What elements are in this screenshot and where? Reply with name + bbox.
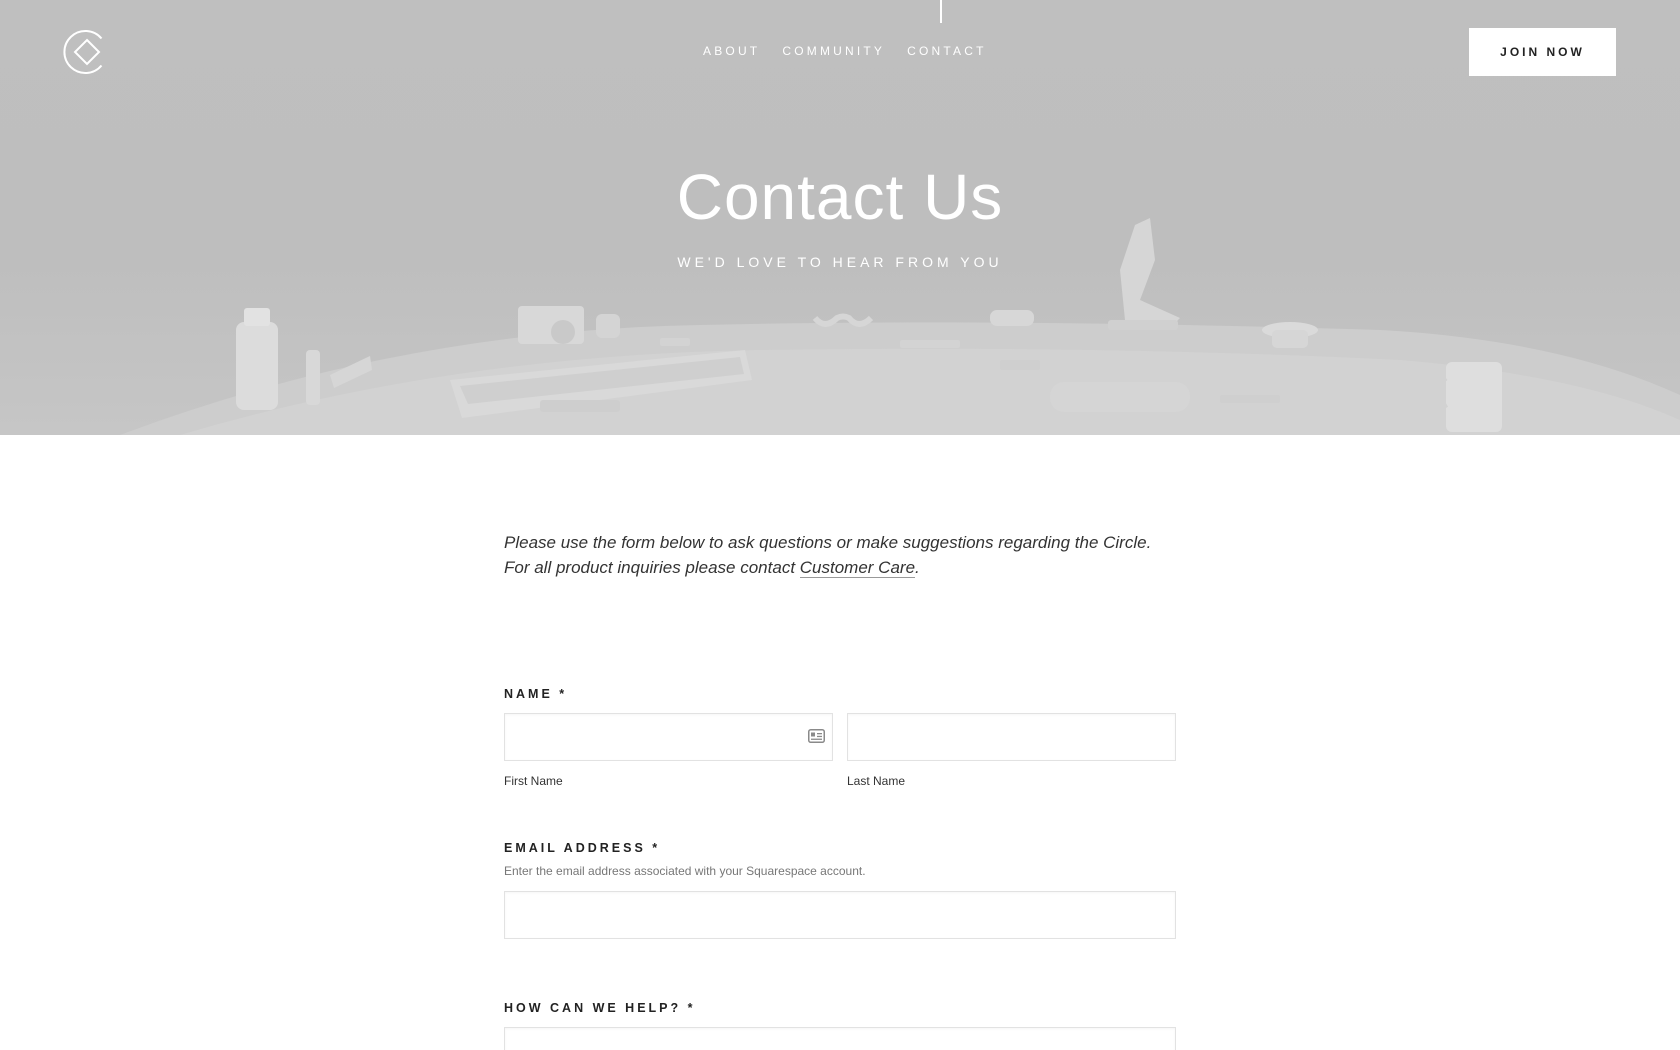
nav-link-about[interactable]: ABOUT	[692, 43, 771, 59]
nav-active-indicator	[940, 0, 942, 23]
customer-care-link[interactable]: Customer Care	[799, 558, 916, 578]
hero-banner: ABOUT COMMUNITY CONTACT JOIN NOW Contact…	[0, 0, 1680, 435]
help-textarea[interactable]	[504, 1027, 1176, 1050]
name-field-label: NAME *	[504, 687, 568, 701]
email-field-description: Enter the email address associated with …	[504, 864, 866, 878]
first-name-sublabel: First Name	[504, 774, 563, 788]
nav-link-community[interactable]: COMMUNITY	[771, 43, 896, 59]
nav-link-contact[interactable]: CONTACT	[896, 43, 998, 59]
page-title: Contact Us	[676, 161, 1004, 233]
help-field-label: HOW CAN WE HELP? *	[504, 1001, 696, 1015]
contact-card-icon[interactable]	[808, 729, 825, 743]
join-now-button[interactable]: JOIN NOW	[1469, 28, 1616, 76]
diamond-circle-logo-icon[interactable]	[63, 28, 111, 76]
intro-paragraph: Please use the form below to ask questio…	[504, 530, 1176, 580]
email-field-label: EMAIL ADDRESS *	[504, 841, 661, 855]
first-name-input[interactable]	[504, 713, 833, 761]
intro-trailing: .	[915, 558, 920, 577]
page-subtitle: WE'D LOVE TO HEAR FROM YOU	[677, 254, 1003, 270]
main-nav: ABOUT COMMUNITY CONTACT	[692, 43, 998, 59]
last-name-sublabel: Last Name	[847, 774, 906, 788]
email-input[interactable]	[504, 891, 1176, 939]
last-name-input[interactable]	[847, 713, 1176, 761]
